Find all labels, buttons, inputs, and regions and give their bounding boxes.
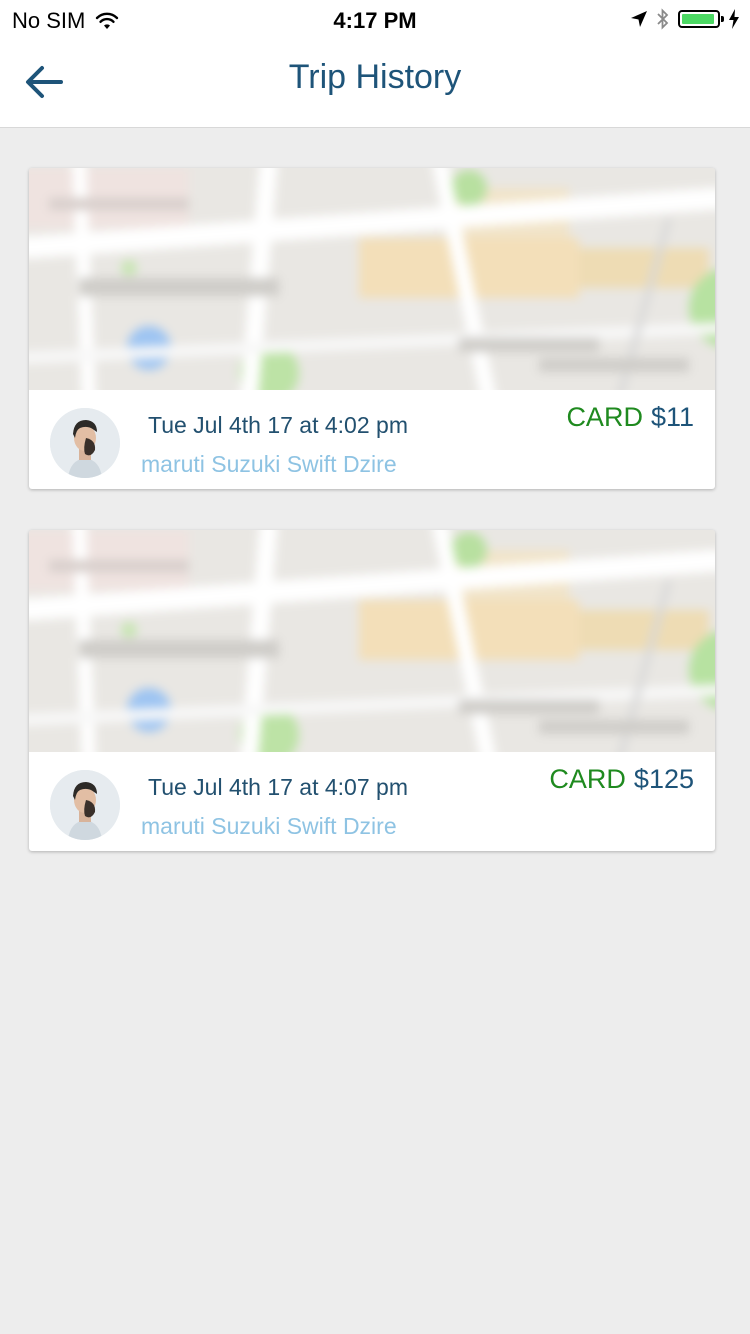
map-image [29,168,715,390]
fare-amount: $11 [650,402,694,432]
trip-date: Tue Jul 4th 17 at 4:02 pm [148,412,408,438]
status-bar: No SIM 4:17 PM [0,0,750,40]
fare-amount: $125 [633,764,694,794]
avatar [50,770,120,840]
battery-cap [721,16,724,22]
payment-method: CARD [549,764,626,794]
nav-bar: Trip History [0,40,750,128]
driver-photo [50,408,120,478]
payment-method: CARD [566,402,643,432]
status-right [622,8,740,30]
charging-bolt-icon [729,9,739,29]
trip-fare: CARD $11 [566,402,694,433]
trip-date: Tue Jul 4th 17 at 4:07 pm [148,774,408,800]
bluetooth-icon [657,8,669,30]
page-title: Trip History [288,58,462,96]
battery-icon [678,10,724,28]
trip-fare: CARD $125 [549,764,694,795]
trip-vehicle: maruti Suzuki Swift Dzire [141,813,397,839]
trip-map-preview [29,168,715,390]
battery-level-fill [682,14,714,24]
driver-photo [50,770,120,840]
trip-vehicle: maruti Suzuki Swift Dzire [141,451,397,477]
trip-list: Tue Jul 4th 17 at 4:02 pm maruti Suzuki … [29,168,715,892]
trip-info: Tue Jul 4th 17 at 4:07 pm maruti Suzuki … [29,752,715,851]
trip-card[interactable]: Tue Jul 4th 17 at 4:07 pm maruti Suzuki … [29,530,715,851]
trip-map-preview [29,530,715,752]
trip-info: Tue Jul 4th 17 at 4:02 pm maruti Suzuki … [29,390,715,489]
location-arrow-icon [631,11,647,27]
trip-card[interactable]: Tue Jul 4th 17 at 4:02 pm maruti Suzuki … [29,168,715,489]
map-image [29,530,715,752]
avatar [50,408,120,478]
